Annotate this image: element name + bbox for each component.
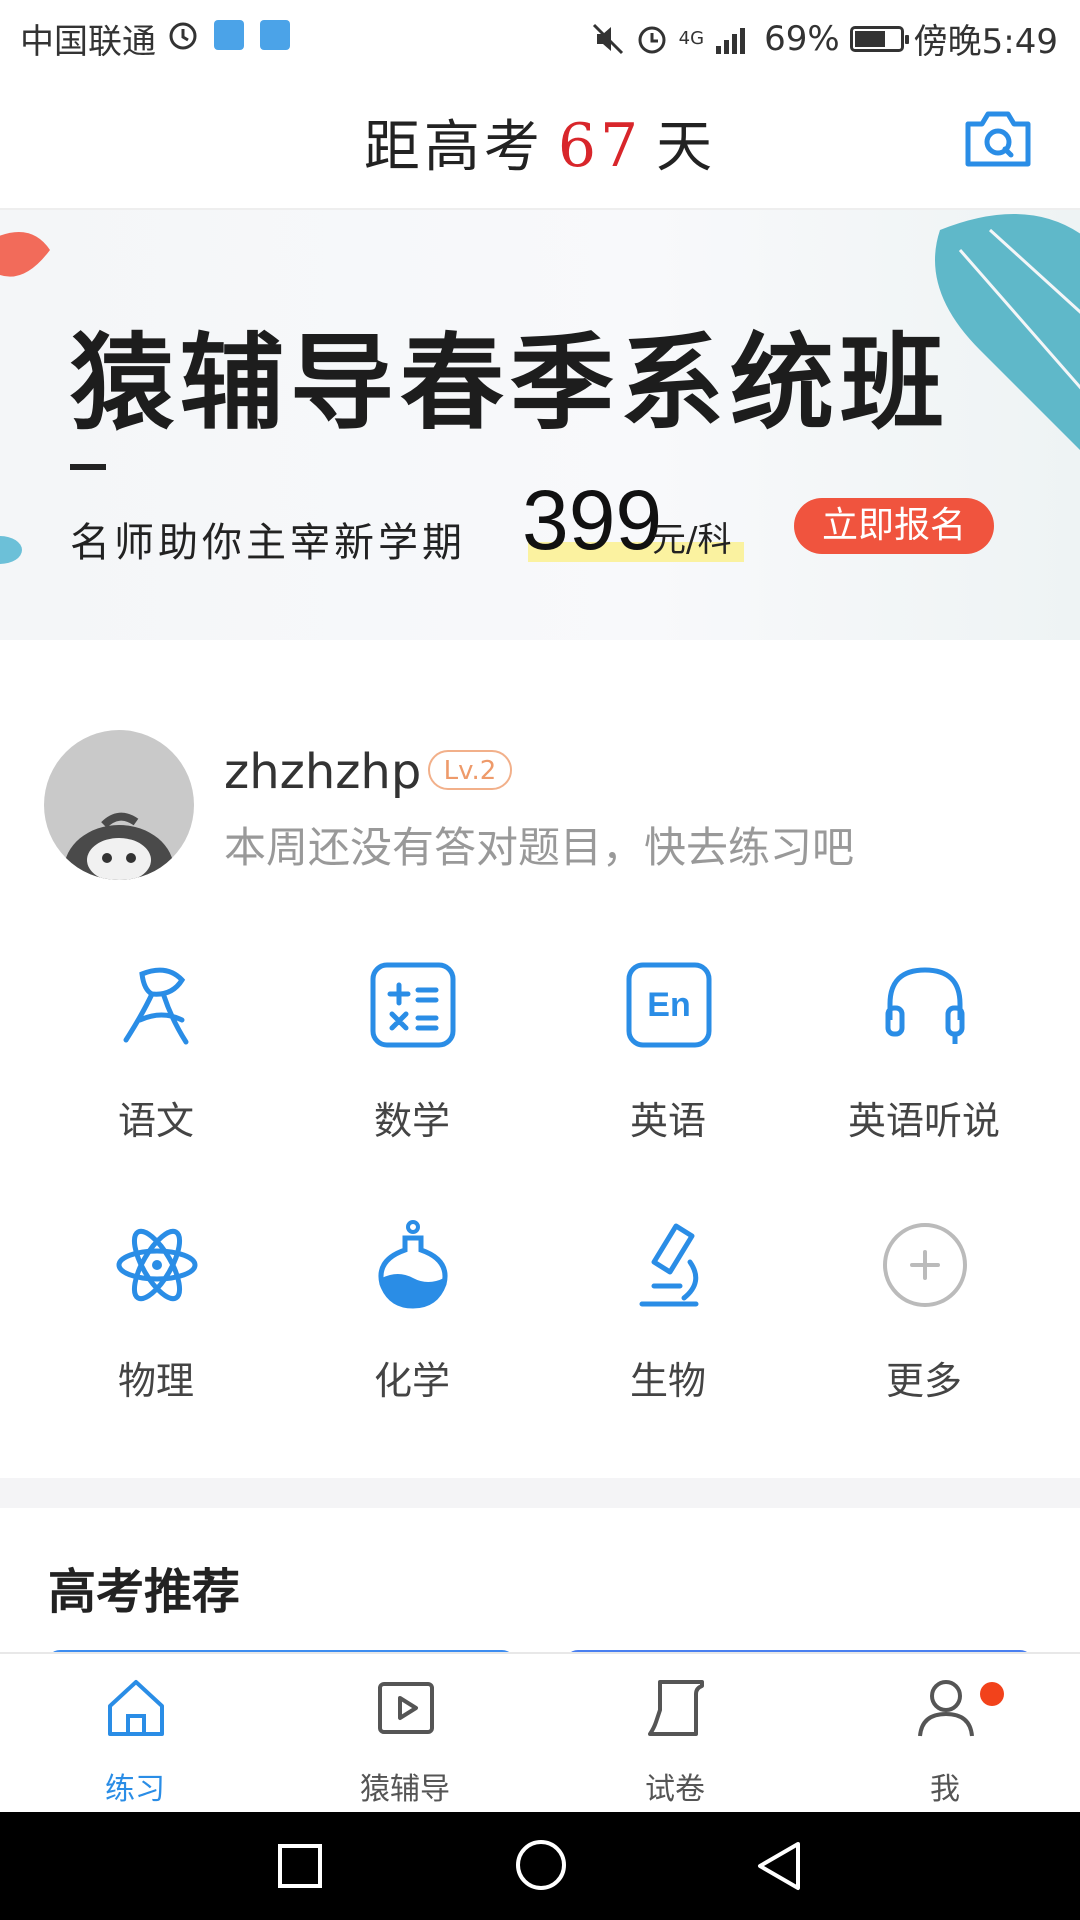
math-icon [370, 962, 456, 1048]
camera-icon[interactable] [962, 108, 1034, 170]
clock: 傍晚5:49 [913, 22, 1058, 62]
recommend-title: 高考推荐 [48, 1564, 241, 1620]
username[interactable]: zhzhzhp [224, 744, 421, 800]
countdown-prefix: 距高考 [363, 115, 544, 180]
subject-label: 数学 [373, 1099, 450, 1143]
subject-biology[interactable]: 生物 [538, 1220, 798, 1420]
alarm-icon [638, 26, 666, 53]
back-icon[interactable] [754, 1840, 804, 1892]
svg-text:En: En [647, 986, 690, 1024]
banner-title: 猿辅导春季系统班 [70, 322, 951, 444]
tab-me[interactable]: 我 [810, 1654, 1080, 1814]
user-icon [918, 1680, 974, 1737]
countdown-days: 67 [557, 111, 643, 181]
paper-icon [648, 1680, 704, 1736]
atom-icon [116, 1228, 198, 1302]
carrier-label: 中国联通 [20, 22, 156, 62]
countdown-suffix: 天 [656, 115, 717, 180]
subject-math[interactable]: 数学 [282, 960, 542, 1160]
banner-dash [70, 464, 106, 470]
banner-price-unit: 元/科 [652, 520, 732, 560]
bottom-tab-bar: 练习 猿辅导 试卷 我 [0, 1652, 1080, 1814]
subject-label: 英语听说 [847, 1099, 1000, 1143]
alarm-timer-icon [169, 22, 197, 50]
mute-icon [592, 23, 623, 54]
promo-banner[interactable]: 猿辅导春季系统班 名师助你主宰新学期 399 元/科 立即报名 [0, 210, 1080, 640]
microscope-icon [639, 1223, 699, 1307]
tab-tutoring[interactable]: 猿辅导 [270, 1654, 540, 1814]
subject-english[interactable]: En 英语 [538, 960, 798, 1160]
subject-label: 英语 [629, 1099, 706, 1143]
subject-label: 物理 [117, 1359, 194, 1403]
monkey-avatar-icon [64, 812, 174, 880]
tab-papers[interactable]: 试卷 [540, 1654, 810, 1814]
level-badge: Lv.2 [428, 750, 512, 790]
practice-hint: 本周还没有答对题目，快去练习吧 [224, 823, 855, 872]
subject-english-listening[interactable]: 英语听说 [794, 960, 1054, 1160]
home-nav-icon[interactable] [514, 1838, 568, 1892]
system-nav-bar [0, 1812, 1080, 1920]
ring-decoration [0, 536, 22, 564]
flask-icon [378, 1220, 448, 1309]
network-label: 4G [678, 27, 705, 49]
enroll-button[interactable]: 立即报名 [794, 498, 994, 554]
subject-more[interactable]: 更多 [794, 1220, 1054, 1420]
tab-label: 猿辅导 [360, 1772, 450, 1807]
subject-label: 化学 [373, 1359, 450, 1403]
tab-practice[interactable]: 练习 [0, 1654, 270, 1814]
status-right: 4G 69% 傍晚5:49 [591, 14, 1058, 63]
tab-label: 试卷 [645, 1772, 705, 1807]
plus-circle-icon [883, 1223, 967, 1307]
subject-label: 更多 [885, 1359, 962, 1403]
notification-dot [980, 1682, 1004, 1706]
play-icon [378, 1682, 434, 1734]
subject-chinese[interactable]: 语文 [26, 960, 286, 1160]
battery-icon [849, 25, 909, 52]
top-header: 距高考 67 天 [0, 72, 1080, 210]
subject-physics[interactable]: 物理 [26, 1220, 286, 1420]
subject-label: 生物 [629, 1359, 706, 1403]
avatar[interactable] [44, 730, 194, 880]
app-notification-icon-2 [260, 20, 290, 50]
exam-countdown: 距高考 67 天 [0, 102, 1080, 183]
banner-subtitle: 名师助你主宰新学期 [70, 520, 466, 566]
status-bar: 中国联通 4G 69% 傍晚5:49 [0, 0, 1080, 72]
home-icon [108, 1680, 164, 1736]
app-notification-icon [214, 20, 244, 50]
section-divider [0, 1478, 1080, 1508]
signal-icon [716, 27, 746, 54]
battery-percent: 69% [764, 18, 840, 59]
recent-apps-icon[interactable] [276, 1842, 324, 1890]
shape-decoration [0, 232, 50, 277]
tab-label: 我 [930, 1772, 960, 1807]
headphones-icon [885, 967, 965, 1044]
banner-price: 399 [522, 473, 663, 567]
subject-chemistry[interactable]: 化学 [282, 1220, 542, 1420]
english-icon: En [626, 962, 712, 1048]
tab-label: 练习 [105, 1772, 165, 1807]
subject-label: 语文 [117, 1099, 194, 1143]
chinese-icon [123, 967, 189, 1045]
